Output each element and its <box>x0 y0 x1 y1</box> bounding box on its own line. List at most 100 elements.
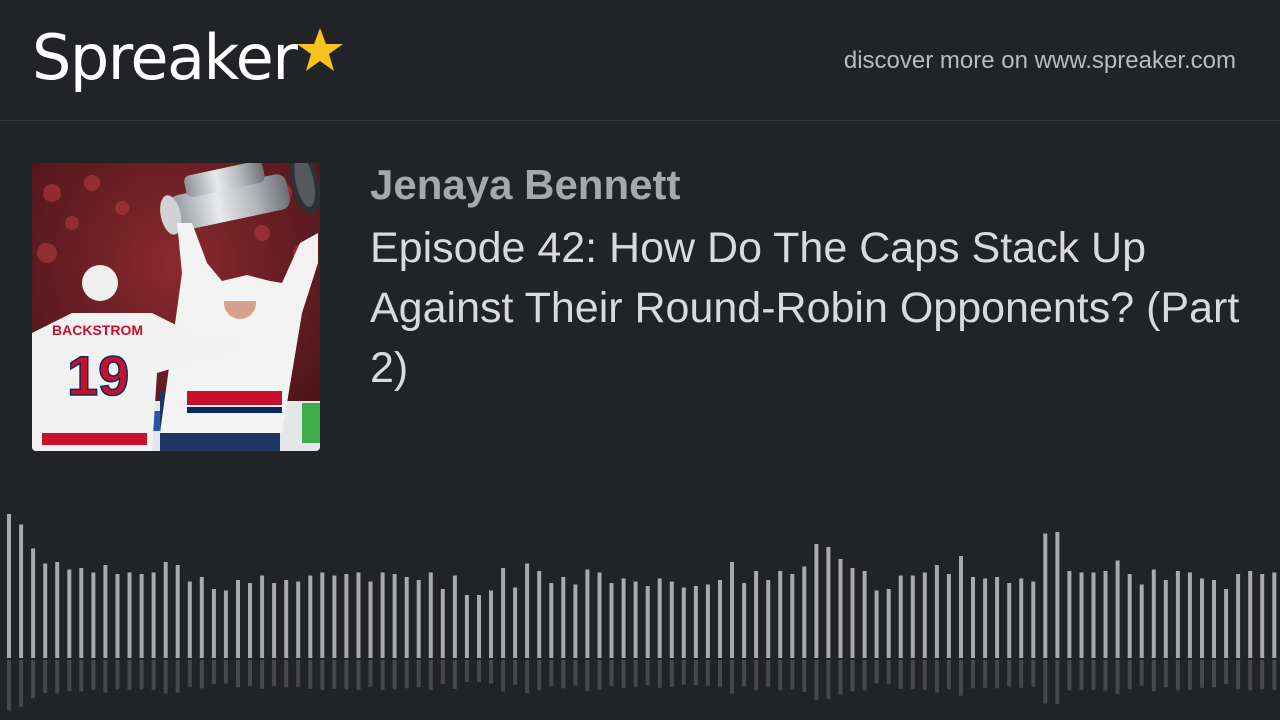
waveform-bar-reflection <box>621 660 626 688</box>
waveform-bar <box>1079 572 1084 658</box>
waveform-bar <box>934 565 939 658</box>
waveform-bar <box>971 577 975 658</box>
waveform-bar <box>260 575 265 658</box>
waveform-bar <box>826 547 831 658</box>
waveform-bar-reflection <box>862 660 867 691</box>
waveform-bar-reflection <box>766 660 771 688</box>
waveform-bar <box>428 572 433 658</box>
waveform-bar-reflection <box>669 660 674 687</box>
waveform-bar <box>1031 581 1036 658</box>
waveform-bar-reflection <box>814 660 819 700</box>
waveform-bar-reflection <box>1260 660 1265 690</box>
waveform-bar-reflection <box>477 660 481 682</box>
waveform-bar-reflection <box>633 660 638 687</box>
waveform-bar-reflection <box>525 660 530 694</box>
waveform-bar <box>778 571 783 658</box>
waveform-bar <box>1212 580 1216 658</box>
waveform-bar-reflection <box>1019 660 1024 688</box>
waveform-bar-reflection <box>1103 660 1108 691</box>
spreaker-logo[interactable]: Spreaker <box>32 22 344 102</box>
waveform-bar-reflection <box>248 660 252 687</box>
waveform-bar <box>368 581 373 658</box>
waveform-bar <box>802 566 807 658</box>
waveform-bar-reflection <box>597 660 602 690</box>
waveform-bar-reflection <box>115 660 120 690</box>
waveform-bar-reflection <box>1187 660 1192 690</box>
waveform-bar <box>211 589 216 658</box>
waveform-bar-reflection <box>163 660 168 694</box>
waveform-bar <box>995 577 1000 658</box>
waveform-bar <box>115 574 120 658</box>
waveform-bar-reflection <box>959 660 963 696</box>
waveform-bar <box>139 574 144 658</box>
waveform-bar-reflection <box>344 660 349 690</box>
waveform-bar-reflection <box>585 660 590 691</box>
waveform-bar-reflection <box>7 660 11 711</box>
waveform-bar <box>1175 571 1180 658</box>
waveform-bar <box>272 583 277 658</box>
waveform-bar-reflection <box>416 660 421 688</box>
episode-cover-image: BACKSTROM 19 <box>32 163 320 451</box>
waveform-bar-reflection <box>946 660 951 690</box>
waveform-bar-reflection <box>260 660 265 689</box>
waveform-bar <box>199 577 204 658</box>
waveform-bar <box>742 583 747 658</box>
waveform-bar <box>609 583 614 658</box>
waveform-bar <box>1248 571 1253 658</box>
waveform-bar <box>814 544 819 658</box>
waveform-bar <box>838 559 843 658</box>
waveform-bar-reflection <box>754 660 759 691</box>
waveform-bar <box>645 586 650 658</box>
waveform-bar <box>1091 572 1096 658</box>
waveform-bar-reflection <box>1163 660 1168 688</box>
waveform-bar-reflection <box>380 660 385 690</box>
waveform-bar-reflection <box>91 660 96 690</box>
waveform-bar <box>284 580 289 658</box>
waveform-bar-reflection <box>874 660 879 684</box>
waveform-bar-reflection <box>886 660 891 685</box>
waveform-bar <box>79 568 84 658</box>
discover-link[interactable]: discover more on www.spreaker.com <box>844 46 1236 76</box>
waveform-bar <box>43 563 48 658</box>
waveform-bar-reflection <box>561 660 566 689</box>
waveform-bar-reflection <box>934 660 939 693</box>
waveform-bar <box>19 524 24 658</box>
waveform-bar-reflection <box>187 660 192 687</box>
waveform-bar-reflection <box>742 660 747 687</box>
waveform-bar <box>1043 533 1048 658</box>
waveform-bar-reflection <box>332 660 337 689</box>
waveform-bar <box>1187 572 1192 658</box>
waveform-bar <box>187 581 192 658</box>
waveform-bar-reflection <box>1224 660 1229 685</box>
waveform-bar <box>1115 560 1120 658</box>
waveform-bar <box>440 589 445 658</box>
waveform-bar-reflection <box>645 660 650 686</box>
waveform-bar-reflection <box>103 660 108 693</box>
waveform-bar-reflection <box>223 660 228 684</box>
waveform-bar-reflection <box>718 660 722 688</box>
waveform-bar-reflection <box>127 660 132 690</box>
audio-waveform[interactable] <box>0 500 1280 720</box>
waveform-bar-reflection <box>199 660 204 689</box>
waveform-bar-reflection <box>826 660 831 699</box>
waveform-bar <box>537 571 542 658</box>
waveform-bar <box>67 569 72 658</box>
waveform-bar-reflection <box>983 660 988 688</box>
waveform-bar-reflection <box>549 660 554 687</box>
waveform-bar-reflection <box>175 660 180 693</box>
waveform-bar-reflection <box>1139 660 1144 686</box>
waveform-bar-reflection <box>1151 660 1156 691</box>
waveform-bar <box>489 590 493 658</box>
waveform-bar <box>693 586 698 658</box>
waveform-bar <box>223 590 228 658</box>
waveform-bar-reflection <box>850 660 855 692</box>
header-bar: Spreaker discover more on www.spreaker.c… <box>0 0 1280 121</box>
waveform-bar-reflection <box>79 660 84 692</box>
waveform-bar <box>1260 574 1265 658</box>
waveform-bar <box>1103 571 1108 658</box>
waveform-bar <box>1007 583 1012 658</box>
waveform-bar <box>513 587 518 658</box>
waveform-bar-reflection <box>139 660 144 690</box>
waveform-bar <box>1224 589 1229 658</box>
waveform-bar-reflection <box>1212 660 1216 688</box>
